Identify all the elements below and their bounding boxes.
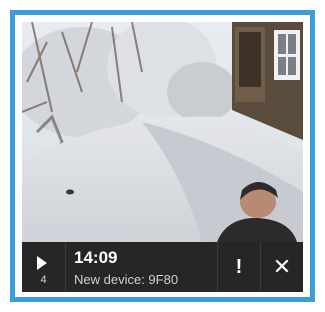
alert-button[interactable]: ! — [217, 242, 260, 292]
play-icon — [37, 256, 47, 270]
notification-bar: 4 14:09 New device: 9F80 ! ✕ — [22, 242, 303, 292]
notification-info[interactable]: 14:09 New device: 9F80 — [66, 242, 217, 292]
event-count: 4 — [40, 274, 47, 286]
play-button[interactable]: 4 — [22, 242, 66, 292]
snow-yard-image — [22, 22, 303, 242]
notification-message: New device: 9F80 — [74, 272, 179, 287]
camera-snapshot[interactable] — [22, 22, 303, 242]
close-button[interactable]: ✕ — [260, 242, 303, 292]
close-icon: ✕ — [272, 254, 292, 279]
notification-time: 14:09 — [74, 248, 118, 267]
alert-icon: ! — [235, 255, 243, 278]
camera-notification-card: 4 14:09 New device: 9F80 ! ✕ — [0, 0, 325, 312]
